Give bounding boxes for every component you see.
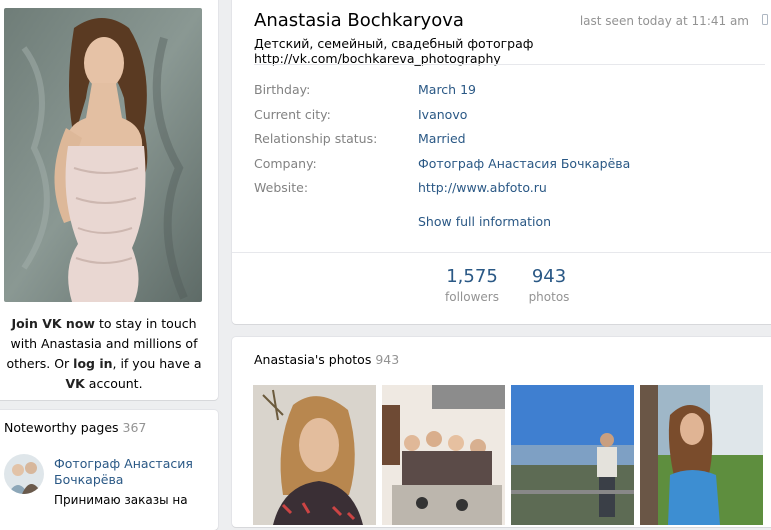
photos-header[interactable]: Anastasia's photos 943 xyxy=(254,352,399,367)
photos-card: Anastasia's photos 943 xyxy=(232,337,771,527)
photo-thumbnail[interactable] xyxy=(253,385,376,525)
profile-name: Anastasia Bochkaryova xyxy=(254,10,464,31)
photos-counter[interactable]: 943 photos xyxy=(509,266,589,304)
divider xyxy=(232,252,771,253)
photo-thumbnail[interactable] xyxy=(382,385,505,525)
info-value-link[interactable]: March 19 xyxy=(418,82,476,97)
photo-thumbnail[interactable] xyxy=(640,385,763,525)
info-label: Current city: xyxy=(254,107,331,122)
photos-count: 943 xyxy=(531,266,567,287)
join-vk-link[interactable]: Join VK now xyxy=(11,316,95,331)
join-vk-prompt: Join VK now to stay in touch with Anasta… xyxy=(6,316,202,391)
followers-count: 1,575 xyxy=(446,266,498,287)
followers-counter[interactable]: 1,575 followers xyxy=(432,266,512,304)
profile-avatar-card: Join VK now to stay in touch with Anasta… xyxy=(0,0,218,400)
info-value-link[interactable]: Ivanovo xyxy=(418,107,467,122)
noteworthy-pages-card: Noteworthy pages 367 Фотограф Анастасия Б… xyxy=(0,410,218,530)
noteworthy-page-description: Принимаю заказы на xyxy=(54,493,188,507)
profile-photo[interactable] xyxy=(4,8,202,302)
info-value-link[interactable]: Фотограф Анастасия Бочкарёва xyxy=(418,156,630,171)
show-full-info-link[interactable]: Show full information xyxy=(418,214,551,229)
info-label: Company: xyxy=(254,156,317,171)
followers-label: followers xyxy=(445,290,499,304)
photos-label: photos xyxy=(528,290,570,304)
divider xyxy=(254,64,765,65)
last-seen-status: last seen today at 11:41 am xyxy=(579,14,749,28)
login-link[interactable]: log in xyxy=(73,356,112,371)
info-label: Birthday: xyxy=(254,82,311,97)
mobile-phone-icon xyxy=(762,14,768,25)
noteworthy-page-avatar[interactable] xyxy=(4,454,44,494)
info-label: Website: xyxy=(254,180,309,195)
noteworthy-page-name[interactable]: Фотограф Анастасия Бочкарёва xyxy=(54,456,204,488)
profile-status: Детский, семейный, свадебный фотограф ht… xyxy=(254,36,534,66)
profile-info-card: Anastasia Bochkaryova last seen today at… xyxy=(232,0,771,324)
info-value-link[interactable]: Married xyxy=(418,131,466,146)
info-label: Relationship status: xyxy=(254,131,378,146)
noteworthy-pages-header[interactable]: Noteworthy pages 367 xyxy=(4,420,146,435)
photo-thumbnail[interactable] xyxy=(511,385,634,525)
info-value-link[interactable]: http://www.abfoto.ru xyxy=(418,180,547,195)
